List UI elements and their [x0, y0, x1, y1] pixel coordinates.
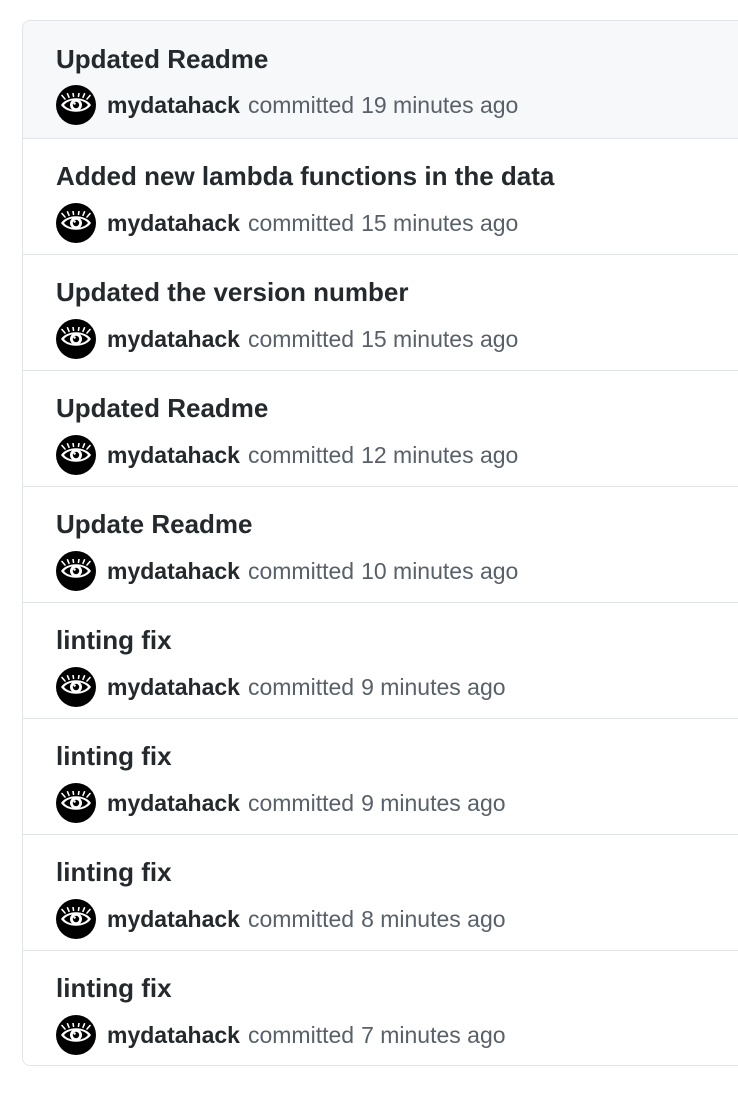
commit-row: linting fix mydatahack committed 7 minut…: [23, 951, 738, 1065]
committed-label: committed: [247, 325, 355, 352]
author-avatar[interactable]: [56, 435, 96, 475]
committed-label: committed: [247, 1021, 355, 1048]
eye-icon: [61, 907, 91, 926]
author-link[interactable]: mydatahack: [107, 326, 240, 353]
commit-meta: mydatahack committed 8 minutes ago: [56, 899, 506, 939]
author-avatar[interactable]: [56, 203, 96, 243]
commit-message-link[interactable]: Updated Readme: [56, 43, 268, 75]
commit-meta: mydatahack committed 9 minutes ago: [56, 783, 506, 823]
commit-time[interactable]: 7 minutes ago: [361, 1022, 505, 1049]
commit-meta: mydatahack committed 10 minutes ago: [56, 551, 518, 591]
author-avatar[interactable]: [56, 783, 96, 823]
author-link[interactable]: mydatahack: [107, 210, 240, 237]
author-link[interactable]: mydatahack: [107, 1022, 240, 1049]
commit-message-link[interactable]: Updated Readme: [56, 392, 268, 424]
eye-icon: [61, 675, 91, 694]
eye-icon: [61, 93, 91, 112]
author-avatar[interactable]: [56, 667, 96, 707]
author-avatar[interactable]: [56, 1015, 96, 1055]
committed-label: committed: [247, 673, 355, 700]
commit-meta: mydatahack committed 19 minutes ago: [56, 85, 518, 125]
eye-icon: [61, 791, 91, 810]
eye-icon: [61, 559, 91, 578]
commit-time[interactable]: 8 minutes ago: [361, 906, 505, 933]
author-link[interactable]: mydatahack: [107, 906, 240, 933]
commit-time[interactable]: 15 minutes ago: [361, 326, 518, 353]
author-link[interactable]: mydatahack: [107, 674, 240, 701]
commit-row: Updated the version number mydatahack co…: [23, 255, 738, 371]
author-link[interactable]: mydatahack: [107, 790, 240, 817]
committed-label: committed: [247, 789, 355, 816]
commit-message-link[interactable]: linting fix: [56, 624, 172, 656]
author-link[interactable]: mydatahack: [107, 558, 240, 585]
eye-icon: [61, 1023, 91, 1042]
commit-meta: mydatahack committed 9 minutes ago: [56, 667, 506, 707]
eye-icon: [61, 327, 91, 346]
commit-message-link[interactable]: Update Readme: [56, 508, 253, 540]
commit-row: linting fix mydatahack committed 9 minut…: [23, 603, 738, 719]
commit-row: Added new lambda functions in the data m…: [23, 139, 738, 255]
author-avatar[interactable]: [56, 551, 96, 591]
author-avatar[interactable]: [56, 319, 96, 359]
committed-label: committed: [247, 91, 355, 118]
committed-label: committed: [247, 209, 355, 236]
commit-row: Updated Readme mydatahack committed 12 m…: [23, 371, 738, 487]
commit-meta: mydatahack committed 12 minutes ago: [56, 435, 518, 475]
commit-message-link[interactable]: Added new lambda functions in the data: [56, 160, 554, 192]
commit-list: Updated Readme mydatahack committed 19 m…: [22, 20, 738, 1066]
eye-icon: [61, 211, 91, 230]
commit-row: linting fix mydatahack committed 8 minut…: [23, 835, 738, 951]
commit-time[interactable]: 15 minutes ago: [361, 210, 518, 237]
commit-message-link[interactable]: linting fix: [56, 972, 172, 1004]
author-avatar[interactable]: [56, 899, 96, 939]
commit-meta: mydatahack committed 15 minutes ago: [56, 319, 518, 359]
commit-meta: mydatahack committed 15 minutes ago: [56, 203, 518, 243]
committed-label: committed: [247, 441, 355, 468]
commit-time[interactable]: 12 minutes ago: [361, 442, 518, 469]
commit-message-link[interactable]: linting fix: [56, 740, 172, 772]
committed-label: committed: [247, 905, 355, 932]
committed-label: committed: [247, 557, 355, 584]
commit-row: Updated Readme mydatahack committed 19 m…: [23, 21, 738, 139]
author-link[interactable]: mydatahack: [107, 442, 240, 469]
commit-time[interactable]: 9 minutes ago: [361, 790, 505, 817]
commit-message-link[interactable]: linting fix: [56, 856, 172, 888]
author-avatar[interactable]: [56, 85, 96, 125]
commit-time[interactable]: 19 minutes ago: [361, 92, 518, 119]
eye-icon: [61, 443, 91, 462]
author-link[interactable]: mydatahack: [107, 92, 240, 119]
commit-row: linting fix mydatahack committed 9 minut…: [23, 719, 738, 835]
commit-time[interactable]: 9 minutes ago: [361, 674, 505, 701]
commit-row: Update Readme mydatahack committed 10 mi…: [23, 487, 738, 603]
commit-message-link[interactable]: Updated the version number: [56, 276, 409, 308]
commit-time[interactable]: 10 minutes ago: [361, 558, 518, 585]
commit-meta: mydatahack committed 7 minutes ago: [56, 1015, 506, 1055]
